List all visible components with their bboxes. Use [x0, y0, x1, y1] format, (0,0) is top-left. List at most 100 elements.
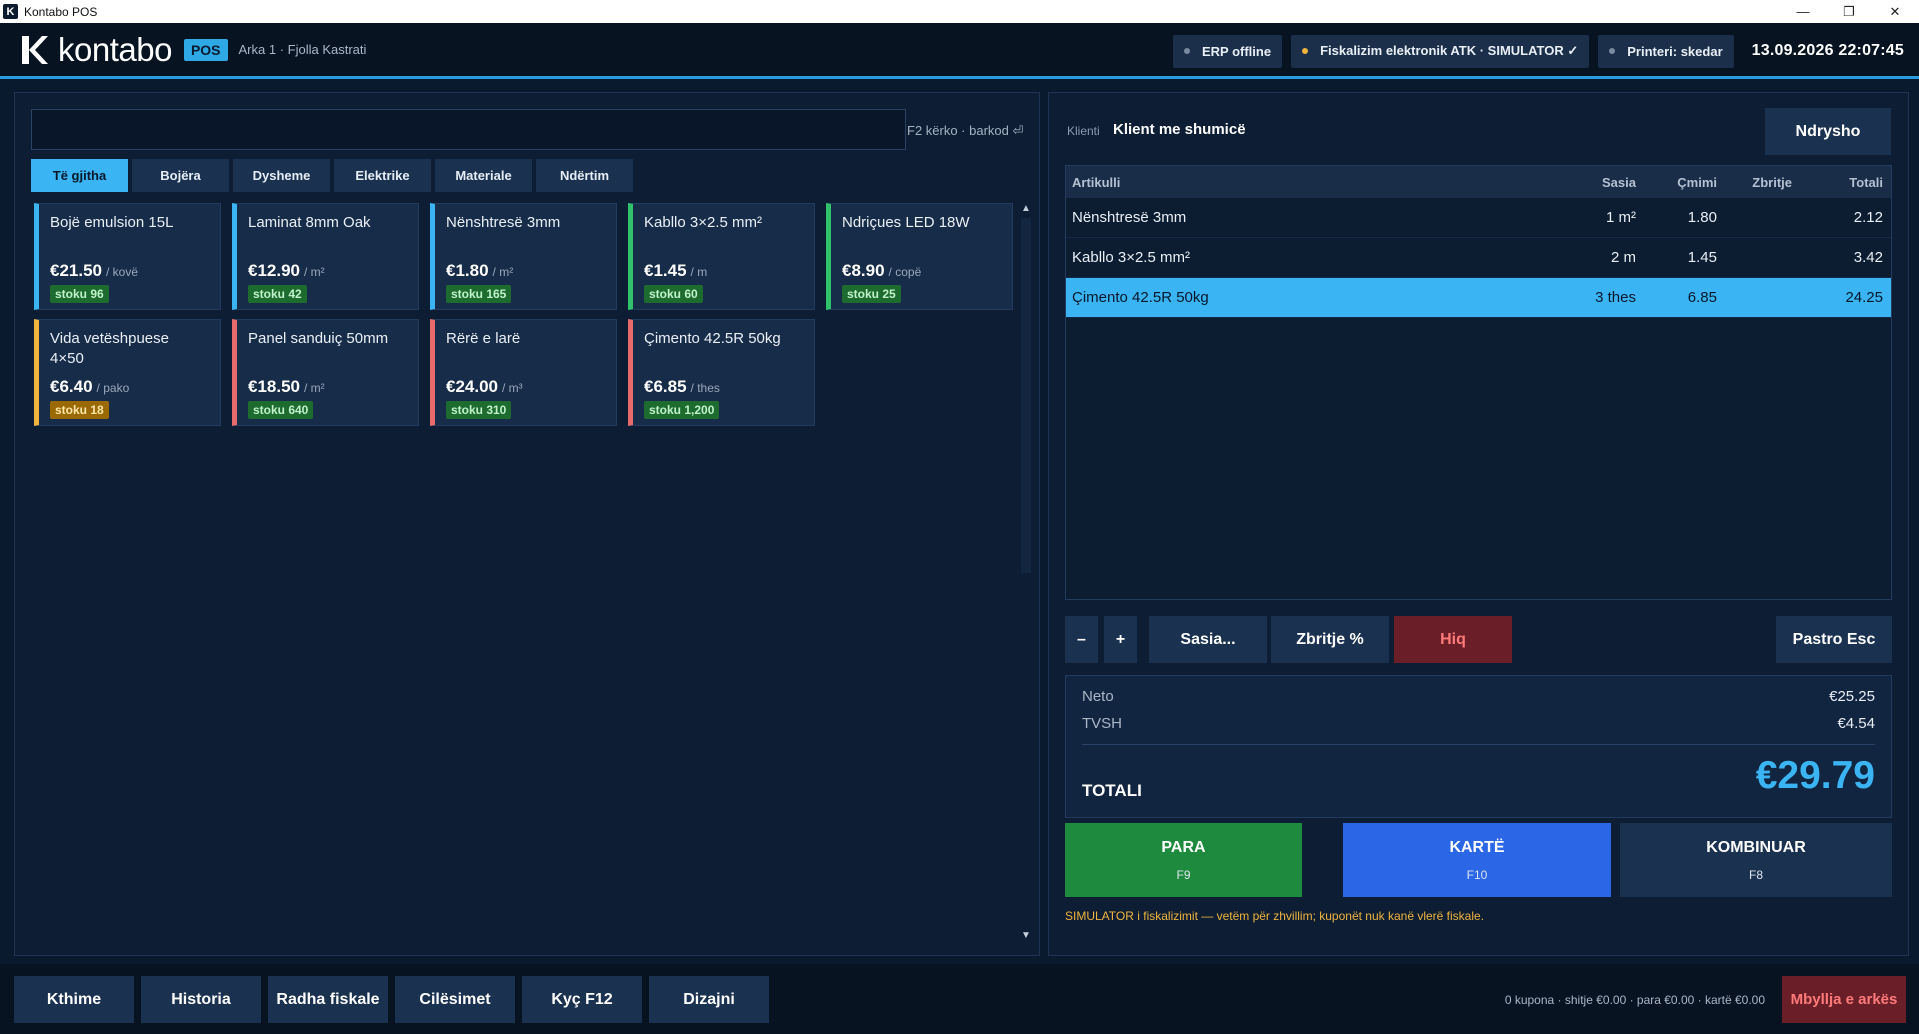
tab-flooring[interactable]: Dysheme [233, 159, 330, 192]
product-unit: / copë [888, 265, 922, 279]
product-tile[interactable]: Panel sanduiç 50mm €18.50 / m² stoku 640 [232, 319, 419, 426]
product-price: €12.90 [248, 261, 300, 280]
tab-paints[interactable]: Bojëra [132, 159, 229, 192]
vat-label: TVSH [1082, 715, 1123, 732]
pay-card-button[interactable]: KARTË F10 [1343, 823, 1611, 897]
customer-name: Klient me shumicë [1113, 121, 1246, 138]
product-unit: / kovë [106, 265, 139, 279]
close-register-button[interactable]: Mbyllja e arkës [1782, 976, 1906, 1023]
design-button[interactable]: Dizajni [649, 976, 769, 1023]
product-tile[interactable]: Ndriçues LED 18W €8.90/ copë stoku 25 [826, 203, 1013, 310]
product-tile[interactable]: Nënshtresë 3mm €1.80/ m² stoku 165 [430, 203, 617, 310]
status-dot-icon [1183, 48, 1190, 54]
history-button[interactable]: Historia [141, 976, 261, 1023]
close-icon[interactable]: ✕ [1872, 0, 1918, 23]
product-name: Rërë e larë [446, 330, 521, 347]
stock-badge: stoku 42 [248, 285, 307, 303]
product-price: €1.80 [446, 261, 489, 280]
customer-label: Klienti [1067, 124, 1100, 138]
net-row: Neto €25.25 [1082, 688, 1875, 705]
product-name: Ndriçues LED 18W [842, 214, 970, 231]
tab-materials[interactable]: Materiale [435, 159, 532, 192]
product-tile[interactable]: Laminat 8mm Oak €12.90 / m² stoku 42 [232, 203, 419, 310]
stock-badge: stoku 18 [50, 401, 109, 419]
product-search-input[interactable] [31, 109, 906, 150]
product-tile[interactable]: Rërë e larë €24.00 / m³ stoku 310 [430, 319, 617, 426]
cart-actions: – + Sasia... Zbritje % Hiq Pastro Esc [1065, 616, 1892, 663]
pay-mixed-label: KOMBINUAR [1706, 838, 1806, 856]
app-header: kontabo POS Arka 1 · Fjolla Kastrati ERP… [0, 23, 1919, 79]
returns-button[interactable]: Kthime [14, 976, 134, 1023]
status-dot-icon [1609, 48, 1616, 54]
net-value: €25.25 [1829, 688, 1875, 705]
change-customer-button[interactable]: Ndrysho [1765, 108, 1891, 155]
clear-cart-button[interactable]: Pastro Esc [1776, 616, 1892, 663]
tab-all[interactable]: Të gjitha [31, 159, 128, 192]
cart-item-total: 2.12 [1853, 209, 1883, 226]
col-item: Artikulli [1072, 174, 1121, 190]
printer-status-pill[interactable]: Printeri: skedar [1598, 34, 1734, 68]
product-scrollbar[interactable]: ▲ ▼ [1016, 200, 1036, 943]
remove-item-button[interactable]: Hiq [1394, 616, 1512, 663]
product-name: Vida vetëshpuese 4×50 [50, 330, 169, 367]
col-qty: Sasia [1602, 174, 1636, 190]
product-price: €21.50 [50, 261, 102, 280]
erp-status-pill[interactable]: ERP offline [1172, 34, 1283, 68]
simulator-note: SIMULATOR i fiskalizimit — vetëm për zhv… [1065, 909, 1485, 923]
stock-badge: stoku 96 [50, 285, 109, 303]
minimize-icon[interactable]: — [1780, 0, 1826, 23]
pay-mixed-button[interactable]: KOMBINUAR F8 [1620, 823, 1892, 897]
cart-item-qty: 3 thes [1595, 289, 1636, 306]
vat-row: TVSH €4.54 [1082, 715, 1875, 732]
cart-row[interactable]: Kabllo 3×2.5 mm² 2 m 1.45 3.42 [1066, 238, 1891, 278]
status-dot-icon [1302, 48, 1309, 54]
app-icon: K [3, 4, 18, 19]
product-price: €1.45 [644, 261, 687, 280]
product-name: Laminat 8mm Oak [248, 214, 371, 231]
fiscal-queue-button[interactable]: Radha fiskale [268, 976, 388, 1023]
tab-electrical[interactable]: Elektrike [334, 159, 431, 192]
set-qty-button[interactable]: Sasia... [1149, 616, 1267, 663]
cart-item-name: Kabllo 3×2.5 mm² [1072, 249, 1190, 266]
product-price: €18.50 [248, 377, 300, 396]
scroll-thumb[interactable] [1021, 218, 1031, 573]
restore-icon[interactable]: ❐ [1826, 0, 1872, 23]
erp-status-label: ERP offline [1201, 43, 1272, 59]
product-unit: / m³ [502, 381, 523, 395]
scroll-down-icon[interactable]: ▼ [1016, 927, 1036, 943]
product-price: €24.00 [446, 377, 498, 396]
fiscal-status-pill[interactable]: Fiskalizim elektronik ATK · SIMULATOR ✓ [1291, 34, 1590, 68]
cart-item-price: 1.45 [1687, 249, 1717, 266]
product-name: Çimento 42.5R 50kg [644, 330, 781, 347]
increase-qty-button[interactable]: + [1104, 616, 1137, 663]
scroll-up-icon[interactable]: ▲ [1016, 200, 1036, 216]
category-tabs: Të gjitha Bojëra Dysheme Elektrike Mater… [31, 159, 637, 192]
product-unit: / pako [96, 381, 130, 395]
tab-construction[interactable]: Ndërtim [536, 159, 633, 192]
decrease-qty-button[interactable]: – [1065, 616, 1098, 663]
product-tile[interactable]: Çimento 42.5R 50kg €6.85/ thes stoku 1,2… [628, 319, 815, 426]
cart-row[interactable]: Nënshtresë 3mm 1 m² 1.80 2.12 [1066, 198, 1891, 238]
stock-badge: stoku 640 [248, 401, 314, 419]
stock-badge: stoku 60 [644, 285, 703, 303]
fiscal-status-label: Fiskalizim elektronik ATK · SIMULATOR ✓ [1320, 43, 1579, 58]
pay-cash-button[interactable]: PARA F9 [1065, 823, 1302, 897]
cart-item-name: Nënshtresë 3mm [1072, 209, 1187, 226]
logo-text: kontabo [58, 30, 172, 68]
product-tile[interactable]: Vida vetëshpuese 4×50 €6.40/ pako stoku … [34, 319, 221, 426]
lock-button[interactable]: Kyç F12 [522, 976, 642, 1023]
product-price: €6.40 [50, 377, 93, 396]
totals-divider [1082, 744, 1875, 745]
discount-button[interactable]: Zbritje % [1271, 616, 1389, 663]
grand-total-value: €29.79 [1755, 754, 1875, 797]
settings-button[interactable]: Cilësimet [395, 976, 515, 1023]
product-price: €6.85 [644, 377, 687, 396]
window-titlebar: K Kontabo POS — ❐ ✕ [0, 0, 1919, 23]
product-unit: / m² [492, 265, 514, 279]
footer-bar: Kthime Historia Radha fiskale Cilësimet … [0, 964, 1919, 1034]
product-name: Panel sanduiç 50mm [248, 330, 389, 347]
product-tile[interactable]: Bojë emulsion 15L €21.50 / kovë stoku 96 [34, 203, 221, 310]
cart-row-selected[interactable]: Çimento 42.5R 50kg 3 thes 6.85 24.25 [1066, 278, 1891, 318]
printer-status-label: Printeri: skedar [1627, 43, 1723, 59]
product-tile[interactable]: Kabllo 3×2.5 mm² €1.45/ m stoku 60 [628, 203, 815, 310]
